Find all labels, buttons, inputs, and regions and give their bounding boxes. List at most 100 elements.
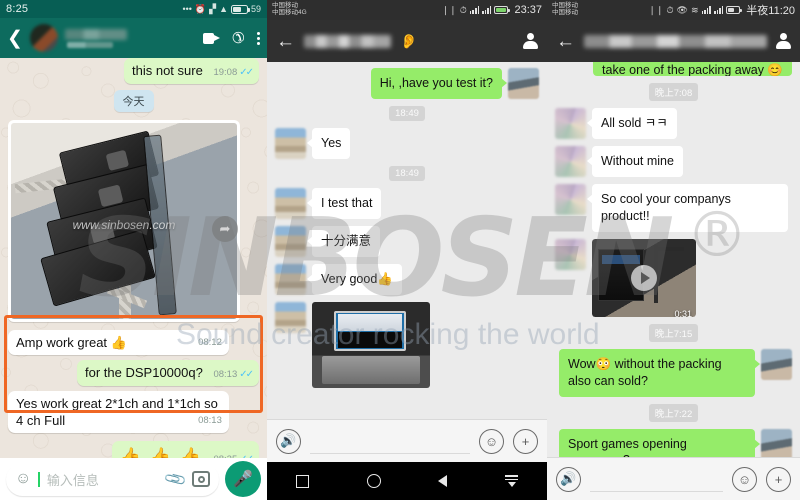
- play-icon[interactable]: [631, 264, 657, 291]
- avatar[interactable]: [275, 128, 306, 159]
- image-message-bubble[interactable]: [312, 302, 430, 388]
- carrier-line-2: 中国移动4G: [272, 9, 307, 16]
- status-clock: 8:25: [6, 3, 29, 15]
- emoji-icon[interactable]: ☺: [15, 471, 31, 487]
- message-row[interactable]: All sold ㅋㅋ: [555, 108, 792, 139]
- message-bubble-outgoing[interactable]: Sport games opening ceremony?: [559, 428, 760, 457]
- message-row[interactable]: Wow😳 without the packing also can sold?: [555, 348, 792, 397]
- message-bubble-incoming[interactable]: All sold ㅋㅋ: [587, 108, 677, 139]
- message-input[interactable]: [590, 467, 723, 492]
- message-row[interactable]: [275, 302, 539, 388]
- message-bubble-outgoing[interactable]: 👍 👍 👍 08:25 ✓✓: [111, 441, 259, 458]
- signal-icon: [701, 6, 711, 14]
- wechat-input-bar[interactable]: 🔊 ☺ +: [267, 419, 547, 462]
- message-input-pill[interactable]: ☺ 输入信息 📎: [6, 462, 219, 496]
- message-time: 08:12: [198, 336, 222, 348]
- message-row[interactable]: Yes: [275, 128, 539, 159]
- forward-arrow-icon[interactable]: ➦: [212, 215, 238, 242]
- whatsapp-input-bar[interactable]: ☺ 输入信息 📎 🎤: [0, 458, 267, 500]
- avatar[interactable]: [275, 264, 306, 295]
- message-row[interactable]: Hi, ,have you test it?: [275, 68, 539, 99]
- circle-icon[interactable]: [366, 474, 381, 488]
- wechat-conversation[interactable]: Hi, ,have you test it? 18:49 Yes 18:49 I…: [267, 62, 547, 419]
- hide-keyboard-icon[interactable]: [505, 475, 519, 487]
- signal-3g-icon: [469, 6, 480, 14]
- image-message-bubble[interactable]: www.sinbosen.com ➦: [8, 119, 240, 322]
- emoji-icon[interactable]: ☺: [732, 466, 757, 492]
- microphone-icon[interactable]: 🎤: [225, 461, 261, 497]
- avatar[interactable]: [29, 24, 58, 52]
- message-row[interactable]: Very good👍: [275, 264, 539, 295]
- vibrate-icon: ❘❘: [441, 4, 457, 15]
- video-thumbnail[interactable]: 0:31: [592, 238, 696, 317]
- message-text: for the DSP10000q?: [85, 365, 203, 381]
- avatar[interactable]: [275, 226, 306, 257]
- message-bubble-outgoing[interactable]: Hi, ,have you test it?: [370, 68, 508, 99]
- person-icon[interactable]: [523, 33, 538, 49]
- video-message-bubble[interactable]: 0:31: [592, 238, 696, 317]
- message-bubble-incoming[interactable]: Amp work great 👍 08:12: [8, 329, 229, 356]
- message-bubble-incoming[interactable]: Yes: [306, 128, 351, 159]
- whatsapp-conversation[interactable]: this not sure 19:08 ✓✓ 今天 www.sinbosen.c…: [0, 58, 267, 458]
- message-bubble-outgoing[interactable]: take one of the packing away 😊: [593, 62, 792, 76]
- message-bubble-incoming[interactable]: Yes work great 2*1ch and 1*1ch so 4 ch F…: [8, 390, 229, 434]
- camera-icon[interactable]: [192, 471, 210, 487]
- message-bubble-incoming[interactable]: 十分满意: [306, 226, 381, 257]
- message-row[interactable]: I test that: [275, 188, 539, 219]
- emoji-icon[interactable]: ☺: [479, 428, 504, 454]
- message-bubble-incoming[interactable]: Without mine: [587, 146, 683, 177]
- message-row[interactable]: 十分满意: [275, 226, 539, 257]
- message-input-placeholder[interactable]: 输入信息: [47, 470, 159, 489]
- message-bubble-outgoing[interactable]: this not sure 19:08 ✓✓: [124, 58, 259, 84]
- back-arrow-icon[interactable]: ←: [276, 32, 295, 51]
- message-row[interactable]: Without mine: [555, 146, 792, 177]
- message-row[interactable]: Sport games opening ceremony?: [555, 428, 792, 457]
- avatar[interactable]: [275, 302, 306, 333]
- avatar[interactable]: [555, 184, 586, 215]
- triangle-back-icon[interactable]: [438, 475, 448, 487]
- message-row[interactable]: Amp work great 👍 08:12: [8, 329, 259, 356]
- battery-charging-icon: [494, 6, 510, 14]
- message-row[interactable]: take one of the packing away 😊: [555, 62, 792, 76]
- message-row[interactable]: So cool your companys product!!: [555, 184, 792, 232]
- message-row[interactable]: this not sure 19:08 ✓✓: [8, 58, 259, 84]
- back-arrow-icon[interactable]: ❮: [7, 29, 23, 48]
- message-bubble-outgoing[interactable]: Wow😳 without the packing also can sold?: [559, 348, 760, 397]
- voice-input-icon[interactable]: 🔊: [556, 466, 581, 492]
- status-clock: 半夜11:20: [746, 5, 795, 17]
- avatar[interactable]: [275, 188, 306, 219]
- back-arrow-icon[interactable]: ←: [556, 32, 575, 51]
- avatar[interactable]: [555, 146, 586, 177]
- message-bubble-incoming[interactable]: So cool your companys product!!: [587, 184, 788, 232]
- message-row[interactable]: 0:31: [555, 238, 792, 317]
- carrier-label: 中国移动 中国移动: [552, 2, 578, 17]
- message-row[interactable]: for the DSP10000q? 08:13 ✓✓: [8, 360, 259, 386]
- voice-input-icon[interactable]: 🔊: [276, 428, 301, 454]
- contact-name-redacted[interactable]: [64, 28, 197, 48]
- avatar[interactable]: [555, 238, 586, 270]
- avatar[interactable]: [508, 68, 539, 99]
- wechat-conversation[interactable]: take one of the packing away 😊 晚上7:08 Al…: [547, 62, 800, 457]
- android-navbar[interactable]: [267, 462, 547, 500]
- phone-icon[interactable]: ✆: [232, 29, 245, 47]
- avatar[interactable]: [761, 428, 792, 457]
- battery-percent: 59: [250, 3, 261, 14]
- message-bubble-incoming[interactable]: I test that: [306, 188, 382, 219]
- square-icon[interactable]: [295, 474, 309, 488]
- more-vertical-icon[interactable]: [257, 31, 260, 45]
- message-input[interactable]: [310, 429, 470, 454]
- paperclip-icon[interactable]: 📎: [163, 466, 188, 492]
- wechat-input-bar[interactable]: 🔊 ☺ +: [547, 457, 800, 500]
- person-icon[interactable]: [776, 33, 791, 49]
- video-call-icon[interactable]: [203, 32, 221, 44]
- ear-mute-icon[interactable]: 👂: [400, 33, 417, 50]
- plus-icon[interactable]: +: [513, 428, 538, 454]
- message-bubble-incoming[interactable]: Very good👍: [307, 264, 402, 295]
- message-bubble-outgoing[interactable]: for the DSP10000q? 08:13 ✓✓: [77, 360, 259, 386]
- message-row[interactable]: www.sinbosen.com ➦: [8, 119, 259, 322]
- avatar[interactable]: [555, 108, 586, 139]
- message-row[interactable]: 👍 👍 👍 08:25 ✓✓: [8, 441, 259, 458]
- avatar[interactable]: [761, 348, 792, 380]
- message-row[interactable]: Yes work great 2*1ch and 1*1ch so 4 ch F…: [8, 390, 259, 434]
- plus-icon[interactable]: +: [766, 466, 791, 492]
